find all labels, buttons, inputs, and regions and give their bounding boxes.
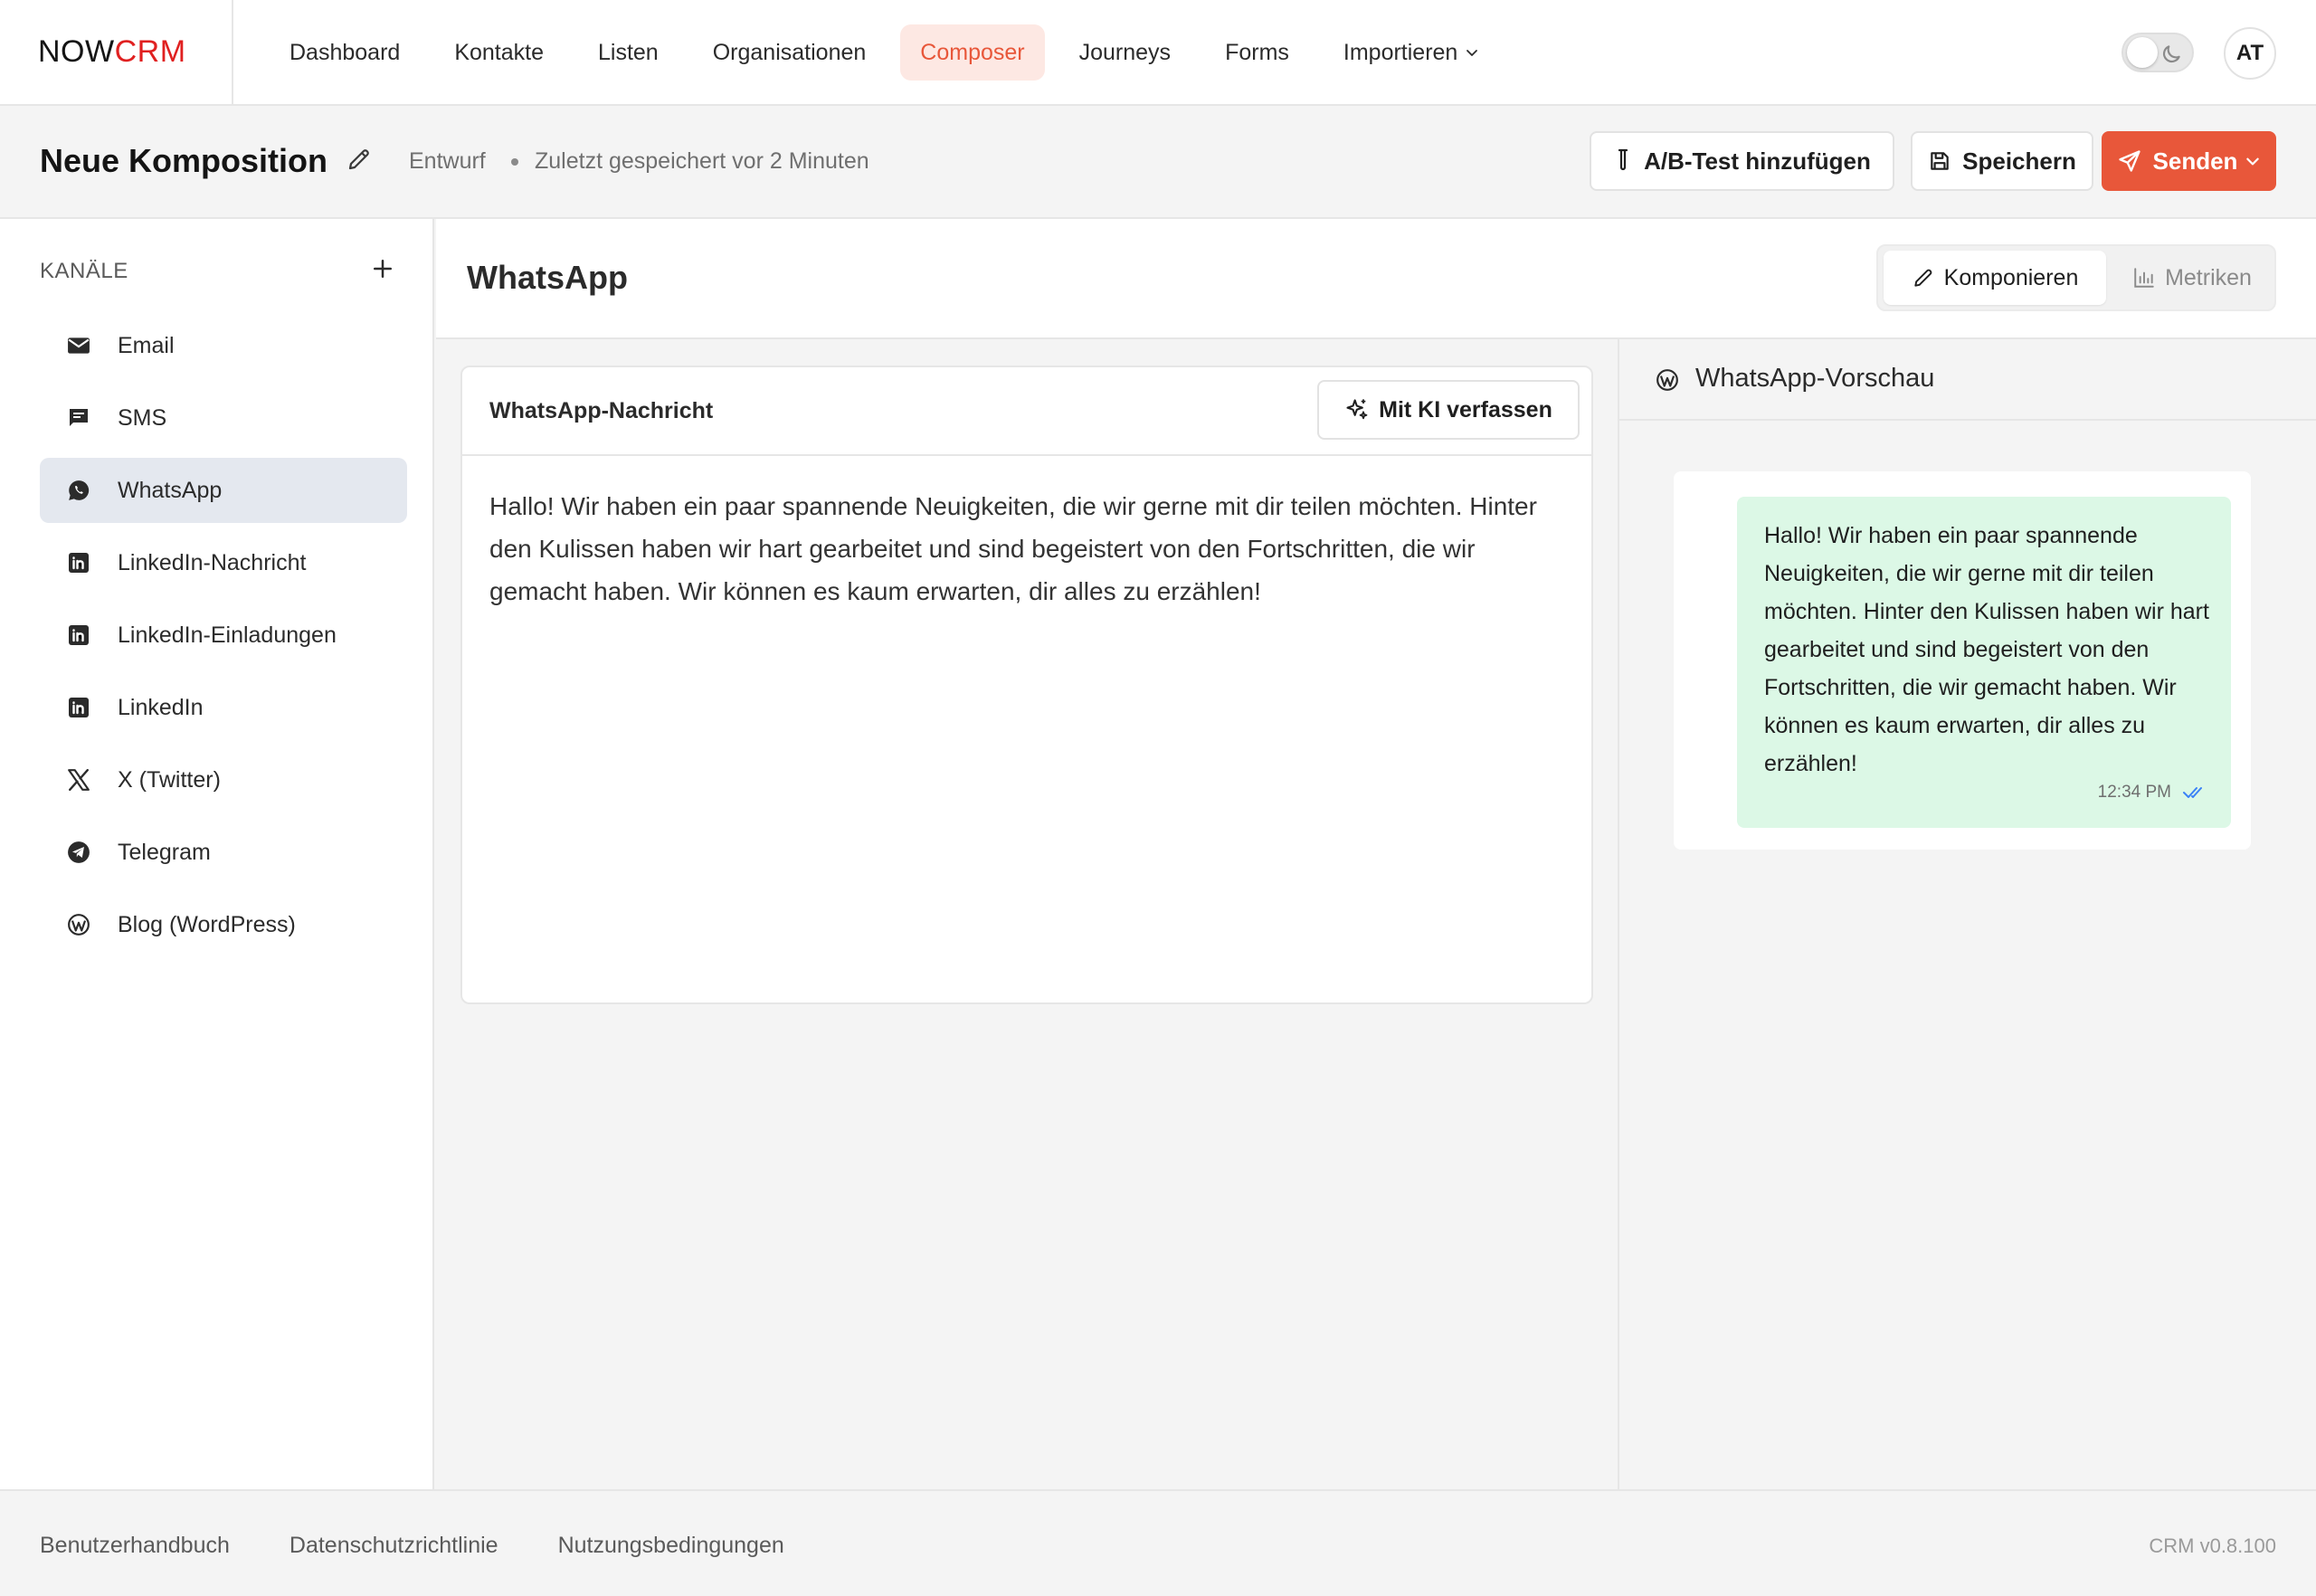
message-timestamp: 12:34 PM	[2097, 783, 2171, 802]
footer-link-handbook[interactable]: Benutzerhandbuch	[40, 1533, 230, 1559]
sidebar-item-whatsapp[interactable]: WhatsApp	[40, 458, 407, 523]
add-ab-test-button[interactable]: A/B-Test hinzufügen	[1590, 131, 1894, 191]
mail-icon	[65, 336, 92, 356]
ai-compose-button[interactable]: Mit KI verfassen	[1317, 380, 1580, 440]
sidebar-item-blog-wordpress[interactable]: Blog (WordPress)	[40, 892, 407, 957]
page-title: Neue Komposition	[40, 142, 328, 179]
preview-card: Hallo! Wir haben ein paar spannende Neui…	[1674, 471, 2251, 850]
draft-status: Entwurf	[409, 148, 486, 174]
sidebar-item-sms[interactable]: SMS	[40, 385, 407, 451]
save-button[interactable]: Speichern	[1911, 131, 2093, 191]
sidebar-item-label: Blog (WordPress)	[118, 911, 296, 937]
nav-item-forms[interactable]: Forms	[1205, 24, 1309, 81]
nav-item-dashboard[interactable]: Dashboard	[270, 24, 420, 81]
bar-chart-icon	[2134, 268, 2154, 288]
nav-item-listen[interactable]: Listen	[578, 24, 679, 81]
sidebar-title: KANÄLE	[40, 259, 128, 283]
add-ab-test-label: A/B-Test hinzufügen	[1644, 147, 1871, 175]
sidebar-item-email[interactable]: Email	[40, 313, 407, 378]
footer-links: Benutzerhandbuch Datenschutzrichtlinie N…	[40, 1533, 844, 1559]
nav-item-kontakte[interactable]: Kontakte	[434, 24, 564, 81]
wordpress-icon	[65, 913, 92, 936]
whatsapp-icon	[65, 479, 92, 502]
flask-icon	[1618, 148, 1628, 171]
pencil-icon[interactable]	[346, 146, 373, 173]
sidebar-item-label: LinkedIn-Nachricht	[118, 549, 307, 575]
nav-item-importieren-label: Importieren	[1343, 39, 1458, 65]
sidebar-item-label: SMS	[118, 404, 167, 431]
wordpress-icon	[1656, 368, 1679, 392]
nav-item-journeys[interactable]: Journeys	[1059, 24, 1191, 81]
double-check-icon	[2182, 784, 2207, 801]
user-avatar[interactable]: AT	[2224, 27, 2276, 80]
message-icon	[65, 407, 92, 429]
whatsapp-preview-pane: WhatsApp-Vorschau Hallo! Wir haben ein p…	[1618, 339, 2316, 1489]
status-separator	[511, 158, 518, 166]
nav-item-importieren[interactable]: Importieren	[1324, 24, 1499, 81]
top-navigation: NOW CRM Dashboard Kontakte Listen Organis…	[0, 0, 2316, 106]
sidebar-item-label: WhatsApp	[118, 477, 223, 503]
app-version: CRM v0.8.100	[2149, 1534, 2276, 1557]
sidebar-item-linkedin-einladungen[interactable]: LinkedIn-Einladungen	[40, 603, 407, 668]
preview-header: WhatsApp-Vorschau	[1619, 339, 2316, 421]
preview-title: WhatsApp-Vorschau	[1695, 364, 1935, 393]
tab-komponieren[interactable]: Komponieren	[1884, 251, 2106, 305]
tab-metriken[interactable]: Metriken	[2112, 251, 2273, 305]
logo-text-now: NOW	[38, 34, 115, 69]
footer-link-privacy[interactable]: Datenschutzrichtlinie	[290, 1533, 498, 1559]
linkedin-icon	[65, 624, 92, 646]
editor-card-title: WhatsApp-Nachricht	[489, 398, 714, 423]
sidebar-item-linkedin[interactable]: LinkedIn	[40, 675, 407, 740]
sidebar-item-label: LinkedIn-Einladungen	[118, 622, 337, 648]
channel-sidebar: KANÄLE Email SMS WhatsApp LinkedIn-Nachr…	[0, 219, 434, 1489]
logo-text-crm: CRM	[114, 34, 186, 69]
channel-title: WhatsApp	[467, 259, 628, 296]
x-icon	[65, 769, 92, 791]
nav-item-organisationen[interactable]: Organisationen	[693, 24, 887, 81]
chevron-down-icon	[1465, 45, 1479, 60]
last-saved-text: Zuletzt gespeichert vor 2 Minuten	[535, 148, 869, 174]
tab-komponieren-label: Komponieren	[1943, 264, 2079, 290]
sidebar-item-label: X (Twitter)	[118, 766, 221, 793]
message-textarea[interactable]: Hallo! Wir haben ein paar spannende Neui…	[489, 485, 1566, 613]
main-nav: Dashboard Kontakte Listen Organisationen…	[270, 24, 1514, 81]
toggle-knob	[2127, 37, 2158, 68]
linkedin-icon	[65, 697, 92, 718]
save-icon	[1931, 152, 1949, 170]
sidebar-item-label: Telegram	[118, 839, 211, 865]
editor-card-header: WhatsApp-Nachricht Mit KI verfassen	[462, 367, 1591, 456]
sidebar-item-x-twitter[interactable]: X (Twitter)	[40, 747, 407, 812]
sparkles-icon	[1346, 399, 1368, 420]
channel-header: WhatsApp Komponieren Metriken	[436, 219, 2316, 339]
tab-metriken-label: Metriken	[2165, 264, 2252, 290]
send-label: Senden	[2152, 147, 2238, 175]
save-label: Speichern	[1962, 147, 2076, 175]
page-footer: Benutzerhandbuch Datenschutzrichtlinie N…	[0, 1489, 2316, 1596]
linkedin-icon	[65, 552, 92, 574]
sidebar-item-label: LinkedIn	[118, 694, 204, 720]
moon-icon	[2159, 43, 2183, 66]
theme-toggle[interactable]	[2121, 33, 2194, 72]
nav-item-composer[interactable]: Composer	[900, 24, 1045, 81]
message-bubble-text: Hallo! Wir haben ein paar spannende Neui…	[1764, 523, 2209, 776]
telegram-icon	[65, 841, 92, 864]
ai-compose-label: Mit KI verfassen	[1379, 396, 1552, 423]
footer-link-terms[interactable]: Nutzungsbedingungen	[558, 1533, 784, 1559]
channel-list: Email SMS WhatsApp LinkedIn-Nachricht Li…	[40, 313, 407, 964]
add-channel-icon[interactable]	[369, 255, 396, 282]
message-bubble: Hallo! Wir haben ein paar spannende Neui…	[1737, 497, 2231, 828]
send-icon	[2118, 150, 2140, 172]
brand-logo[interactable]: NOW CRM	[0, 0, 233, 104]
view-switcher: Komponieren Metriken	[1876, 244, 2276, 311]
chevron-down-icon	[2246, 157, 2260, 166]
composition-header: Neue Komposition Entwurf Zuletzt gespeic…	[0, 106, 2316, 219]
sidebar-item-telegram[interactable]: Telegram	[40, 820, 407, 885]
sidebar-item-label: Email	[118, 332, 175, 358]
message-editor-card: WhatsApp-Nachricht Mit KI verfassen Hall…	[460, 366, 1593, 1004]
pencil-icon	[1913, 269, 1932, 287]
send-button[interactable]: Senden	[2102, 131, 2276, 191]
sidebar-item-linkedin-nachricht[interactable]: LinkedIn-Nachricht	[40, 530, 407, 595]
